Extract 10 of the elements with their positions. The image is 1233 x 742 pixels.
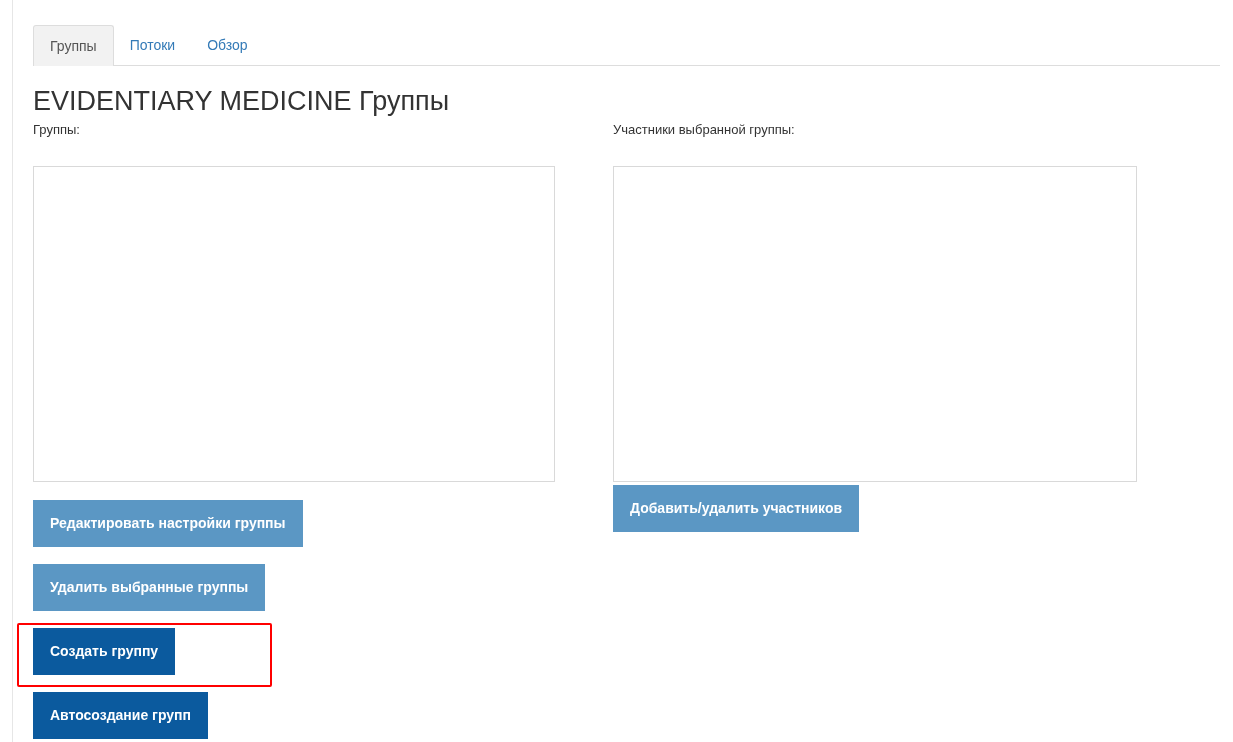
field-label: Группы: — [33, 121, 80, 139]
action-button[interactable]: Создать группу — [33, 628, 176, 675]
field-label: Участники выбранной группы: — [613, 121, 795, 139]
tab[interactable]: Обзор — [191, 25, 264, 65]
page-title: EVIDENTIARY MEDICINE Группы — [33, 85, 450, 118]
list-box[interactable] — [613, 166, 1137, 482]
tab[interactable]: Группы — [33, 25, 114, 66]
action-button[interactable]: Автосоздание групп — [33, 692, 208, 739]
list-box[interactable] — [33, 166, 555, 482]
tab[interactable]: Потоки — [113, 25, 192, 65]
